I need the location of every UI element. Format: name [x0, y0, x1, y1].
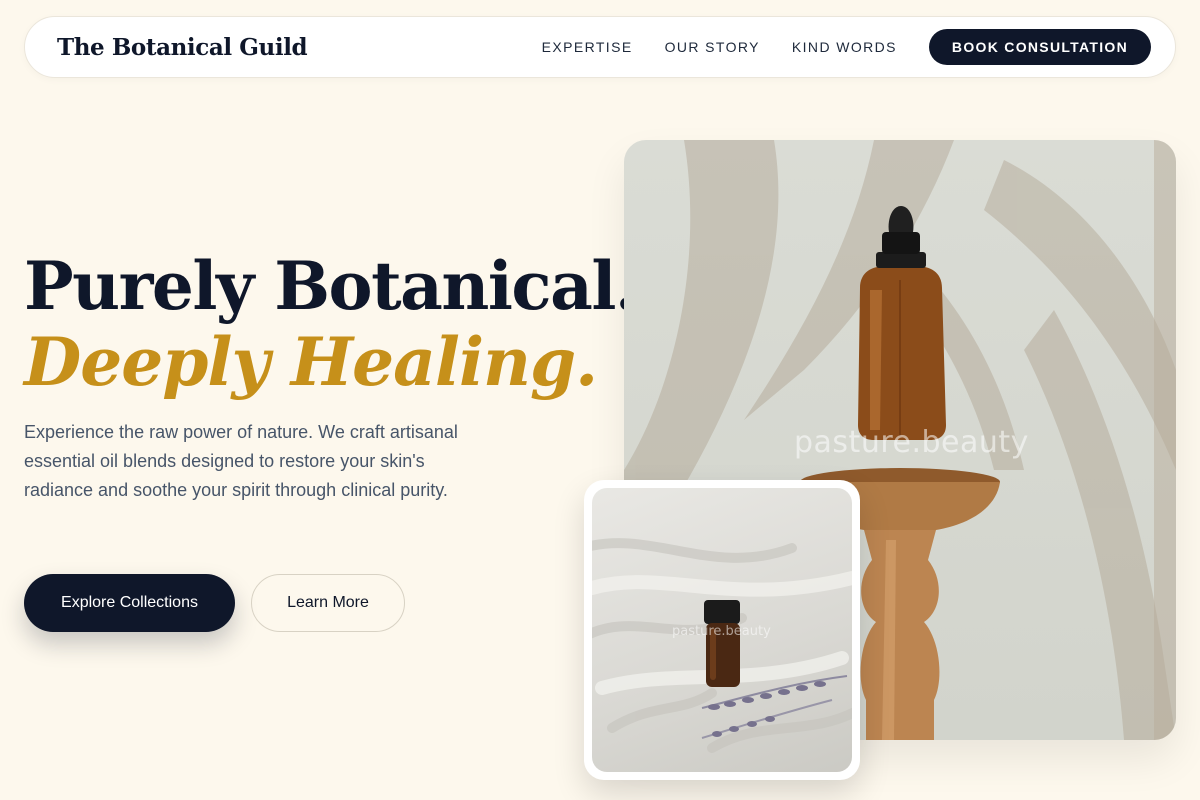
hero-title-line2: Deeply Healing.: [24, 323, 598, 401]
hero-title: Purely Botanical. Deeply Healing.: [24, 247, 638, 401]
nav-link-our-story[interactable]: OUR STORY: [665, 39, 760, 55]
hero-secondary-image-frame: pasture.beauty: [584, 480, 860, 780]
book-consultation-button[interactable]: BOOK CONSULTATION: [928, 29, 1151, 65]
navbar: The Botanical Guild EXPERTISE OUR STORY …: [24, 16, 1176, 78]
brand-logo[interactable]: The Botanical Guild: [57, 34, 308, 61]
main-image-watermark: pasture.beauty: [794, 425, 1029, 460]
main-nav: EXPERTISE OUR STORY KIND WORDS BOOK CONS…: [542, 29, 1151, 65]
nav-link-expertise[interactable]: EXPERTISE: [542, 39, 633, 55]
hero-description: Experience the raw power of nature. We c…: [24, 422, 458, 500]
secondary-image-watermark: pasture.beauty: [672, 624, 771, 639]
explore-collections-button[interactable]: Explore Collections: [24, 574, 235, 632]
nav-link-kind-words[interactable]: KIND WORDS: [792, 39, 897, 55]
hero-title-line1: Purely Botanical.: [24, 247, 638, 325]
learn-more-button[interactable]: Learn More: [251, 574, 405, 632]
hero-secondary-image: pasture.beauty: [592, 488, 852, 772]
